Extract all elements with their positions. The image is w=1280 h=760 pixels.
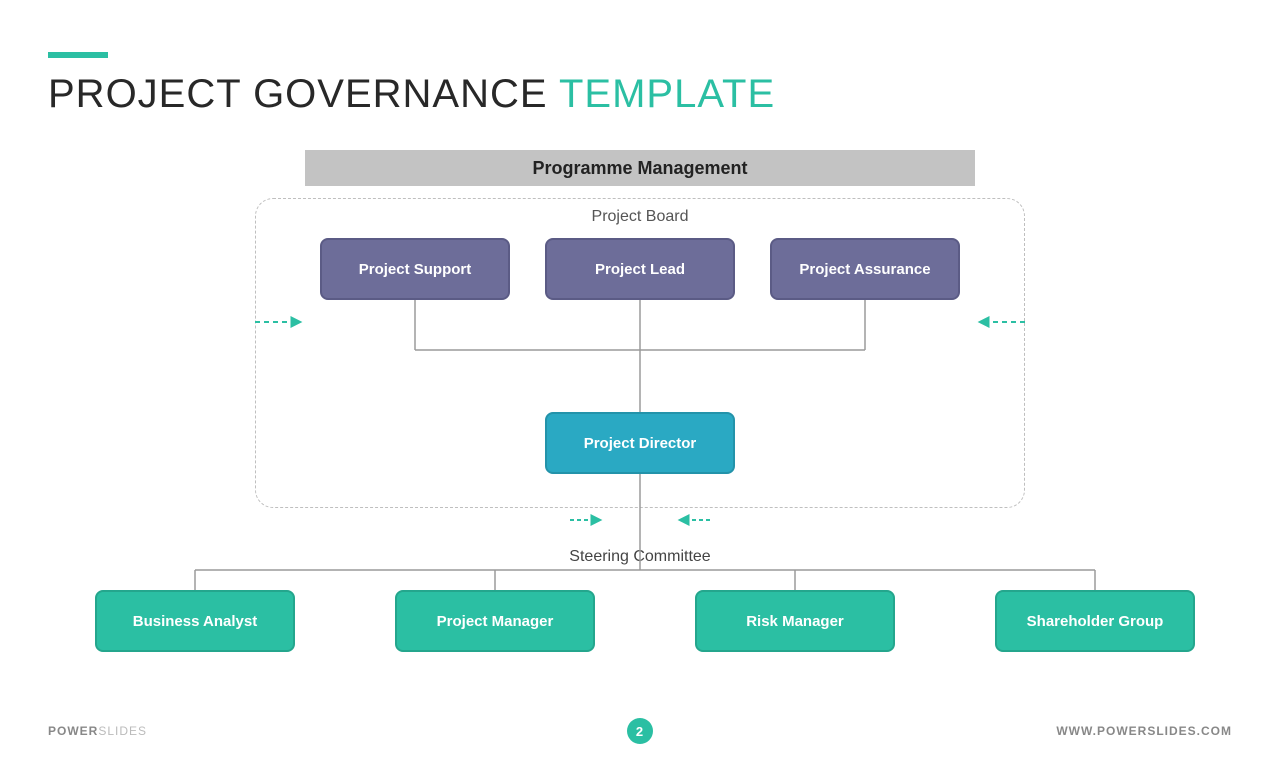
- brand-light: SLIDES: [98, 724, 147, 738]
- footer-brand: POWERSLIDES: [48, 724, 147, 738]
- page-title: PROJECT GOVERNANCE TEMPLATE: [48, 72, 775, 117]
- title-main: PROJECT GOVERNANCE: [48, 72, 559, 116]
- footer: POWERSLIDES 2 WWW.POWERSLIDES.COM: [48, 724, 1232, 738]
- footer-url: WWW.POWERSLIDES.COM: [1056, 724, 1232, 738]
- governance-diagram: Programme Management Project Board Proje…: [0, 150, 1280, 710]
- title-accent: TEMPLATE: [559, 72, 775, 116]
- footer-page: 2: [627, 718, 653, 744]
- title-accent-bar: [48, 52, 108, 58]
- connector-lines: [0, 150, 1280, 710]
- page-number-badge: 2: [627, 718, 653, 744]
- brand-bold: POWER: [48, 724, 98, 738]
